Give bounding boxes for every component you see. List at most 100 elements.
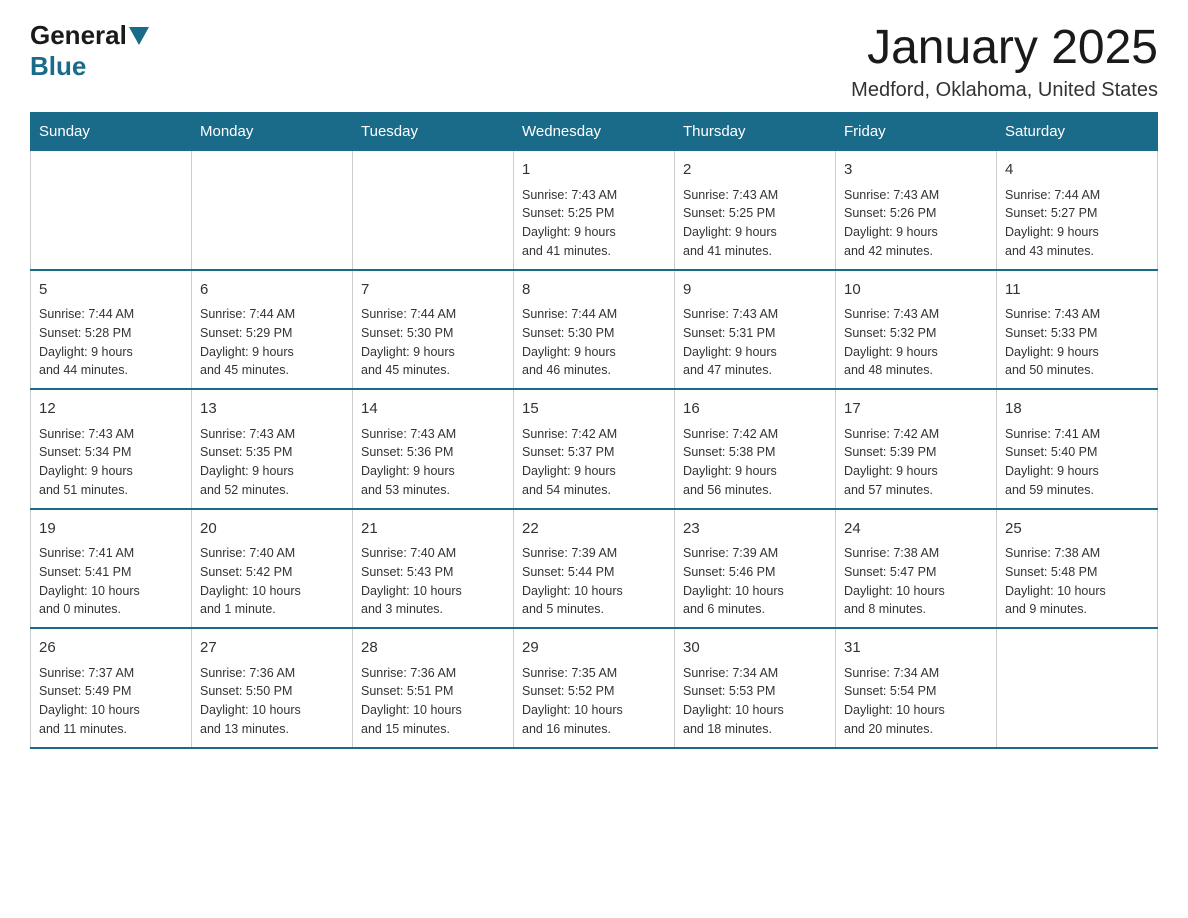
calendar-week-4: 19Sunrise: 7:41 AMSunset: 5:41 PMDayligh… (31, 509, 1158, 629)
day-info-line: Daylight: 10 hours (844, 582, 988, 601)
day-info-line: and 41 minutes. (522, 242, 666, 261)
day-info-line: Sunset: 5:35 PM (200, 443, 344, 462)
calendar-cell: 17Sunrise: 7:42 AMSunset: 5:39 PMDayligh… (836, 389, 997, 509)
day-info-line: Daylight: 10 hours (683, 582, 827, 601)
day-info-line: Sunrise: 7:43 AM (844, 186, 988, 205)
day-info-line: and 47 minutes. (683, 361, 827, 380)
day-number: 17 (844, 398, 988, 421)
calendar-week-1: 1Sunrise: 7:43 AMSunset: 5:25 PMDaylight… (31, 151, 1158, 270)
day-info-line: Sunrise: 7:43 AM (683, 186, 827, 205)
day-info-line: and 50 minutes. (1005, 361, 1149, 380)
day-info-line: and 43 minutes. (1005, 242, 1149, 261)
day-info-line: and 45 minutes. (200, 361, 344, 380)
day-info-line: Sunrise: 7:34 AM (844, 664, 988, 683)
day-info-line: Sunset: 5:27 PM (1005, 204, 1149, 223)
day-info-line: Daylight: 10 hours (200, 701, 344, 720)
day-info-line: and 44 minutes. (39, 361, 183, 380)
day-number: 12 (39, 398, 183, 421)
day-info-line: Sunrise: 7:34 AM (683, 664, 827, 683)
day-info-line: Sunset: 5:38 PM (683, 443, 827, 462)
day-info-line: and 6 minutes. (683, 600, 827, 619)
calendar-cell: 8Sunrise: 7:44 AMSunset: 5:30 PMDaylight… (514, 270, 675, 390)
day-info-line: Sunset: 5:49 PM (39, 682, 183, 701)
day-number: 13 (200, 398, 344, 421)
calendar-week-3: 12Sunrise: 7:43 AMSunset: 5:34 PMDayligh… (31, 389, 1158, 509)
day-number: 5 (39, 279, 183, 302)
day-info-line: and 52 minutes. (200, 481, 344, 500)
day-header-wednesday: Wednesday (514, 113, 675, 151)
day-info-line: and 45 minutes. (361, 361, 505, 380)
day-info-line: Sunrise: 7:44 AM (361, 305, 505, 324)
logo-triangle-icon (129, 27, 149, 45)
day-info-line: and 56 minutes. (683, 481, 827, 500)
day-info-line: Daylight: 9 hours (522, 343, 666, 362)
calendar-cell: 14Sunrise: 7:43 AMSunset: 5:36 PMDayligh… (353, 389, 514, 509)
day-info-line: Daylight: 9 hours (844, 343, 988, 362)
day-info-line: Daylight: 9 hours (683, 462, 827, 481)
calendar-cell: 3Sunrise: 7:43 AMSunset: 5:26 PMDaylight… (836, 151, 997, 270)
day-info-line: and 9 minutes. (1005, 600, 1149, 619)
day-info-line: Daylight: 9 hours (683, 343, 827, 362)
calendar-cell (353, 151, 514, 270)
day-number: 27 (200, 637, 344, 660)
day-info-line: and 42 minutes. (844, 242, 988, 261)
day-info-line: Daylight: 9 hours (683, 223, 827, 242)
calendar-cell: 25Sunrise: 7:38 AMSunset: 5:48 PMDayligh… (997, 509, 1158, 629)
day-info-line: and 11 minutes. (39, 720, 183, 739)
day-info-line: Sunrise: 7:37 AM (39, 664, 183, 683)
day-info-line: Sunset: 5:25 PM (522, 204, 666, 223)
day-number: 30 (683, 637, 827, 660)
page-header: General Blue January 2025 Medford, Oklah… (30, 20, 1158, 102)
day-info-line: Daylight: 10 hours (39, 582, 183, 601)
day-info-line: Daylight: 10 hours (39, 701, 183, 720)
calendar-week-2: 5Sunrise: 7:44 AMSunset: 5:28 PMDaylight… (31, 270, 1158, 390)
day-info-line: and 51 minutes. (39, 481, 183, 500)
calendar-cell: 4Sunrise: 7:44 AMSunset: 5:27 PMDaylight… (997, 151, 1158, 270)
day-info-line: Sunrise: 7:44 AM (39, 305, 183, 324)
day-info-line: Sunrise: 7:41 AM (39, 544, 183, 563)
calendar-cell (31, 151, 192, 270)
day-info-line: Sunset: 5:47 PM (844, 563, 988, 582)
day-info-line: Daylight: 9 hours (39, 343, 183, 362)
day-info-line: Sunset: 5:44 PM (522, 563, 666, 582)
day-info-line: Sunrise: 7:43 AM (361, 425, 505, 444)
day-info-line: Daylight: 9 hours (844, 223, 988, 242)
calendar-cell: 28Sunrise: 7:36 AMSunset: 5:51 PMDayligh… (353, 628, 514, 748)
title-area: January 2025 Medford, Oklahoma, United S… (851, 20, 1158, 102)
day-number: 22 (522, 518, 666, 541)
day-number: 21 (361, 518, 505, 541)
day-info-line: Daylight: 10 hours (1005, 582, 1149, 601)
day-info-line: Daylight: 10 hours (361, 582, 505, 601)
day-info-line: Sunrise: 7:40 AM (200, 544, 344, 563)
day-info-line: Sunset: 5:39 PM (844, 443, 988, 462)
calendar-cell: 19Sunrise: 7:41 AMSunset: 5:41 PMDayligh… (31, 509, 192, 629)
logo: General Blue (30, 20, 151, 82)
day-info-line: Daylight: 10 hours (683, 701, 827, 720)
day-info-line: Sunset: 5:32 PM (844, 324, 988, 343)
day-info-line: Sunset: 5:33 PM (1005, 324, 1149, 343)
day-info-line: Sunrise: 7:36 AM (200, 664, 344, 683)
day-info-line: Sunset: 5:46 PM (683, 563, 827, 582)
calendar-cell: 26 Sunrise: 7:37 AMSunset: 5:49 PMDayligh… (31, 628, 192, 748)
day-number: 11 (1005, 279, 1149, 302)
day-number: 7 (361, 279, 505, 302)
day-info-line: and 54 minutes. (522, 481, 666, 500)
day-info-line: Sunset: 5:54 PM (844, 682, 988, 701)
calendar-cell: 5Sunrise: 7:44 AMSunset: 5:28 PMDaylight… (31, 270, 192, 390)
day-number: 26 (39, 637, 183, 660)
day-info-line: Daylight: 9 hours (1005, 462, 1149, 481)
day-number: 19 (39, 518, 183, 541)
day-info-line: Sunrise: 7:44 AM (1005, 186, 1149, 205)
day-header-saturday: Saturday (997, 113, 1158, 151)
calendar-cell: 29Sunrise: 7:35 AMSunset: 5:52 PMDayligh… (514, 628, 675, 748)
day-info-line: Sunrise: 7:44 AM (200, 305, 344, 324)
day-header-sunday: Sunday (31, 113, 192, 151)
day-info-line: and 48 minutes. (844, 361, 988, 380)
day-headers-row: SundayMondayTuesdayWednesdayThursdayFrid… (31, 113, 1158, 151)
location-subtitle: Medford, Oklahoma, United States (851, 79, 1158, 102)
calendar-cell: 23Sunrise: 7:39 AMSunset: 5:46 PMDayligh… (675, 509, 836, 629)
day-info-line: Daylight: 9 hours (844, 462, 988, 481)
day-info-line: Sunrise: 7:41 AM (1005, 425, 1149, 444)
logo-general-text: General (30, 20, 127, 51)
day-info-line: Sunset: 5:37 PM (522, 443, 666, 462)
